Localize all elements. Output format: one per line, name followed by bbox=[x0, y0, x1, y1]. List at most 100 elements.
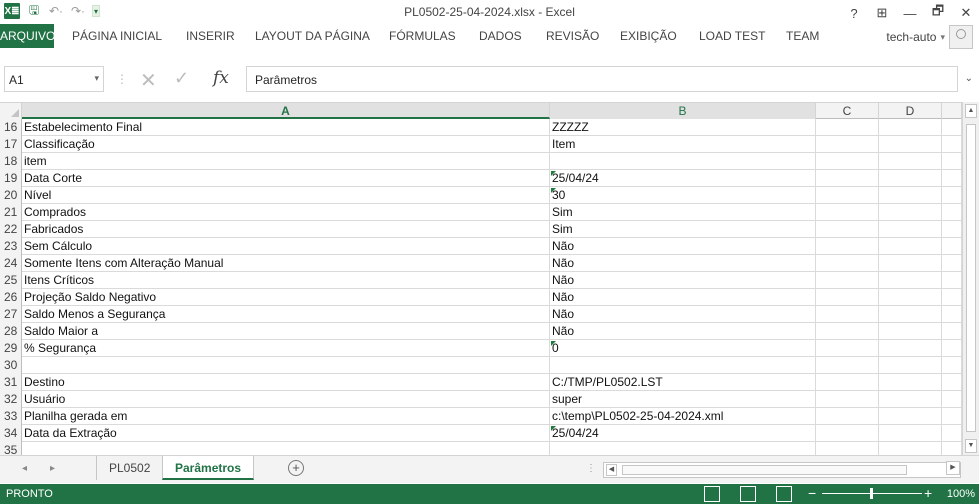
avatar[interactable] bbox=[949, 25, 973, 49]
tab-formulas[interactable]: FÓRMULAS bbox=[389, 24, 456, 48]
insert-function-icon[interactable]: fx bbox=[213, 68, 229, 88]
cell-a[interactable]: item bbox=[22, 153, 550, 170]
cell-c[interactable] bbox=[816, 119, 879, 136]
row-number[interactable]: 16 bbox=[0, 119, 22, 136]
zoom-level[interactable]: 100% bbox=[947, 488, 975, 500]
zoom-out-icon[interactable]: − bbox=[808, 485, 816, 501]
cell-e[interactable] bbox=[942, 357, 962, 374]
cell-e[interactable] bbox=[942, 442, 962, 455]
help-icon[interactable]: ? bbox=[845, 6, 863, 21]
cell-a[interactable]: Data da Extração bbox=[22, 425, 550, 442]
scroll-left-icon[interactable]: ◀ bbox=[606, 464, 617, 476]
scroll-up-icon[interactable]: ▲ bbox=[965, 104, 977, 118]
user-name[interactable]: tech-auto bbox=[886, 30, 936, 44]
cell-b[interactable]: Sim bbox=[550, 204, 816, 221]
cell-b[interactable]: Item bbox=[550, 136, 816, 153]
cell-c[interactable] bbox=[816, 153, 879, 170]
error-indicator-icon[interactable] bbox=[551, 171, 556, 176]
cell-d[interactable] bbox=[879, 391, 942, 408]
row-number[interactable]: 34 bbox=[0, 425, 22, 442]
cell-a[interactable] bbox=[22, 442, 550, 455]
cell-a[interactable]: Comprados bbox=[22, 204, 550, 221]
row-number[interactable]: 28 bbox=[0, 323, 22, 340]
cell-a[interactable] bbox=[22, 357, 550, 374]
save-icon[interactable]: 🖫 bbox=[26, 3, 42, 19]
cell-a[interactable]: Fabricados bbox=[22, 221, 550, 238]
cell-a[interactable]: Data Corte bbox=[22, 170, 550, 187]
cell-c[interactable] bbox=[816, 289, 879, 306]
column-header-a[interactable]: A bbox=[22, 103, 550, 119]
cell-e[interactable] bbox=[942, 391, 962, 408]
cell-e[interactable] bbox=[942, 408, 962, 425]
tab-insert[interactable]: INSERIR bbox=[186, 24, 235, 48]
cell-c[interactable] bbox=[816, 442, 879, 455]
vertical-scrollbar[interactable]: ▲ ▼ bbox=[962, 102, 979, 455]
cell-b[interactable] bbox=[550, 357, 816, 374]
cell-d[interactable] bbox=[879, 170, 942, 187]
ribbon-options-icon[interactable]: ⊞ bbox=[873, 5, 891, 21]
cell-b[interactable]: Não bbox=[550, 272, 816, 289]
row-number[interactable]: 31 bbox=[0, 374, 22, 391]
error-indicator-icon[interactable] bbox=[551, 341, 556, 346]
cell-d[interactable] bbox=[879, 187, 942, 204]
cell-c[interactable] bbox=[816, 221, 879, 238]
row-number[interactable]: 19 bbox=[0, 170, 22, 187]
redo-icon[interactable]: ↷· bbox=[70, 3, 86, 19]
user-account[interactable]: tech-auto ▾ bbox=[886, 24, 973, 50]
formula-input[interactable]: Parâmetros bbox=[246, 66, 958, 92]
user-dropdown-icon[interactable]: ▾ bbox=[940, 32, 945, 43]
page-layout-view-icon[interactable] bbox=[740, 486, 756, 502]
prev-sheet-icon[interactable]: ◂ bbox=[22, 463, 27, 474]
cell-a[interactable]: Classificação bbox=[22, 136, 550, 153]
cell-b[interactable]: Não bbox=[550, 238, 816, 255]
customize-qat-icon[interactable]: ▾ bbox=[92, 5, 100, 17]
cell-a[interactable]: Sem Cálculo bbox=[22, 238, 550, 255]
cell-d[interactable] bbox=[879, 136, 942, 153]
excel-logo-icon[interactable]: X≣ bbox=[4, 3, 20, 19]
cell-c[interactable] bbox=[816, 204, 879, 221]
cell-b[interactable]: 25/04/24 bbox=[550, 425, 816, 442]
horizontal-scrollbar[interactable]: ◀ bbox=[603, 462, 961, 478]
cell-b[interactable]: Não bbox=[550, 306, 816, 323]
sheet-tab-pl0502[interactable]: PL0502 bbox=[96, 456, 164, 480]
error-indicator-icon[interactable] bbox=[551, 426, 556, 431]
cell-c[interactable] bbox=[816, 340, 879, 357]
cell-b[interactable]: Não bbox=[550, 289, 816, 306]
cell-b[interactable]: Não bbox=[550, 255, 816, 272]
cell-e[interactable] bbox=[942, 340, 962, 357]
cell-b[interactable]: ZZZZZ bbox=[550, 119, 816, 136]
cell-a[interactable]: Projeção Saldo Negativo bbox=[22, 289, 550, 306]
row-number[interactable]: 23 bbox=[0, 238, 22, 255]
tab-page-layout[interactable]: LAYOUT DA PÁGINA bbox=[255, 24, 370, 48]
cell-e[interactable] bbox=[942, 289, 962, 306]
next-sheet-icon[interactable]: ▸ bbox=[50, 463, 55, 474]
cell-e[interactable] bbox=[942, 374, 962, 391]
cell-d[interactable] bbox=[879, 306, 942, 323]
cell-c[interactable] bbox=[816, 170, 879, 187]
cell-a[interactable]: Usuário bbox=[22, 391, 550, 408]
cell-d[interactable] bbox=[879, 272, 942, 289]
row-number[interactable]: 18 bbox=[0, 153, 22, 170]
name-box[interactable]: A1 ▾ bbox=[4, 66, 104, 92]
cell-d[interactable] bbox=[879, 357, 942, 374]
add-sheet-icon[interactable]: + bbox=[288, 460, 304, 476]
cell-e[interactable] bbox=[942, 153, 962, 170]
cell-d[interactable] bbox=[879, 221, 942, 238]
enter-icon[interactable]: ✓ bbox=[174, 68, 189, 89]
row-number[interactable]: 24 bbox=[0, 255, 22, 272]
cell-d[interactable] bbox=[879, 374, 942, 391]
cancel-icon[interactable]: ✕ bbox=[140, 68, 157, 93]
cell-b[interactable]: 25/04/24 bbox=[550, 170, 816, 187]
cell-c[interactable] bbox=[816, 408, 879, 425]
cell-b[interactable] bbox=[550, 153, 816, 170]
cell-d[interactable] bbox=[879, 238, 942, 255]
cell-a[interactable]: Itens Críticos bbox=[22, 272, 550, 289]
cell-c[interactable] bbox=[816, 391, 879, 408]
cell-a[interactable]: Saldo Menos a Segurança bbox=[22, 306, 550, 323]
cell-e[interactable] bbox=[942, 204, 962, 221]
tab-data[interactable]: DADOS bbox=[479, 24, 522, 48]
select-all-button[interactable] bbox=[0, 103, 22, 119]
cell-c[interactable] bbox=[816, 357, 879, 374]
column-header-d[interactable]: D bbox=[879, 103, 942, 119]
cell-a[interactable]: Nível bbox=[22, 187, 550, 204]
